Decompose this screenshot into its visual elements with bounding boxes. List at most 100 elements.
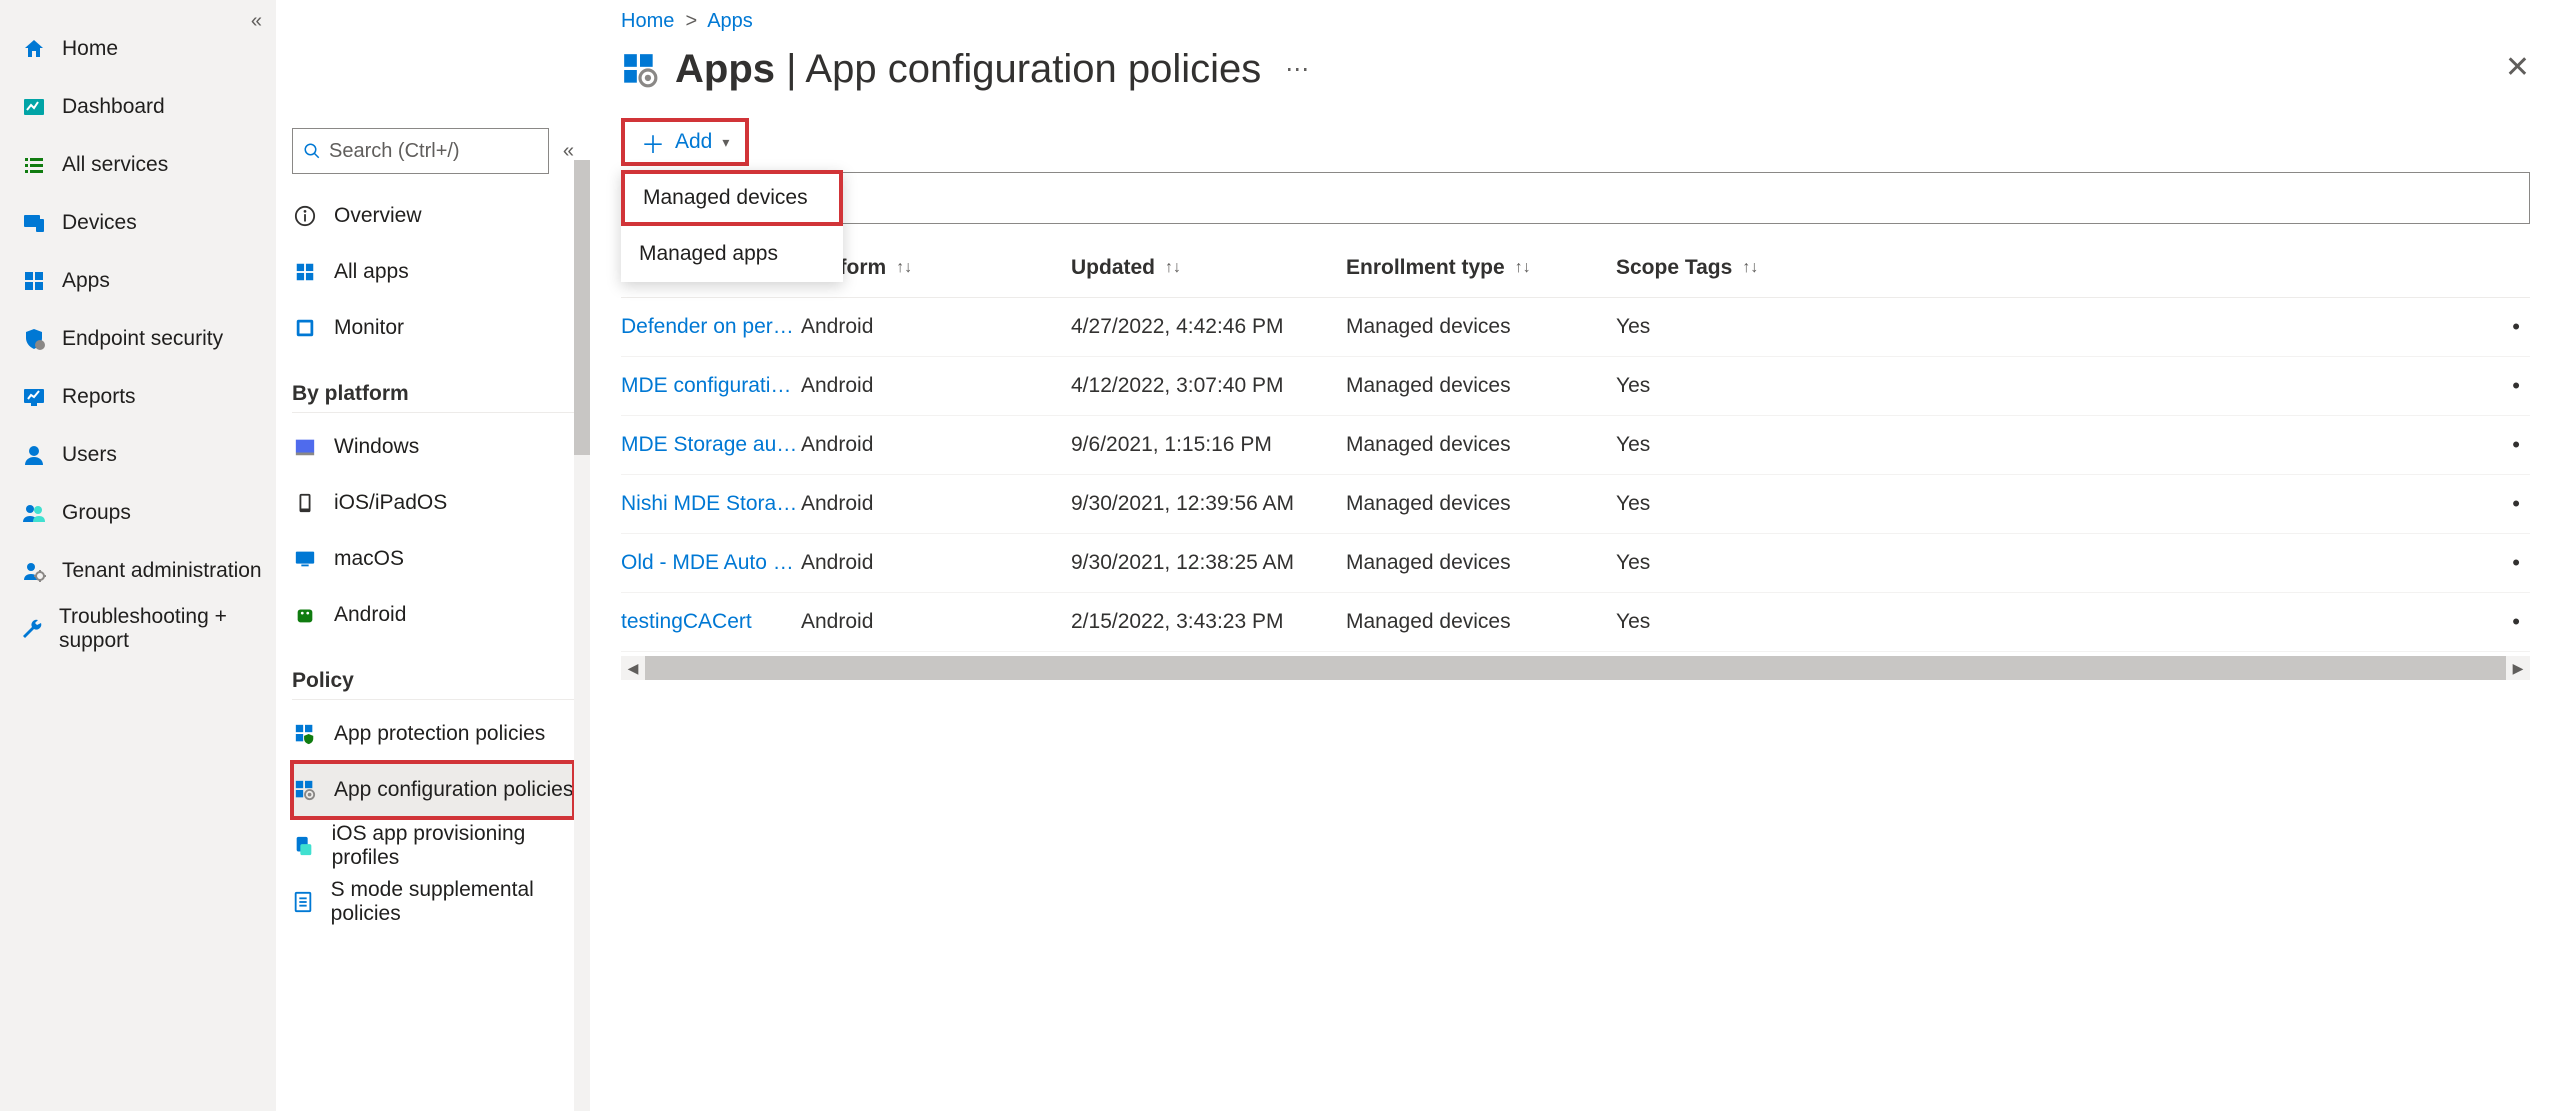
monitor-icon: [292, 315, 318, 341]
row-more-icon[interactable]: •: [2512, 550, 2530, 576]
nav-apps[interactable]: Apps: [0, 252, 276, 310]
cell-platform: Android: [801, 315, 1071, 339]
shield-icon: [20, 325, 48, 353]
subnav-monitor[interactable]: Monitor: [292, 300, 574, 356]
cell-platform: Android: [801, 433, 1071, 457]
nav-dashboard[interactable]: Dashboard: [0, 78, 276, 136]
subnav-label: App protection policies: [334, 722, 545, 746]
dropdown-managed-apps[interactable]: Managed apps: [621, 226, 843, 282]
cell-updated: 9/30/2021, 12:38:25 AM: [1071, 551, 1346, 575]
filter-input[interactable]: [831, 172, 2530, 224]
nav-all-services[interactable]: All services: [0, 136, 276, 194]
policy-link[interactable]: MDE Storage auto gra…: [621, 433, 801, 457]
subnav-label: Windows: [334, 435, 419, 459]
row-more-icon[interactable]: •: [2512, 609, 2530, 635]
subnav-label: App configuration policies: [334, 778, 573, 802]
tenant-admin-icon: [20, 557, 48, 585]
subnav-overview[interactable]: Overview: [292, 188, 574, 244]
cell-updated: 4/12/2022, 3:07:40 PM: [1071, 374, 1346, 398]
subnav-all-apps[interactable]: All apps: [292, 244, 574, 300]
content-area: Home > Apps Apps | App configuration pol…: [591, 0, 2560, 1111]
subnav-label: Android: [334, 603, 406, 627]
collapse-secondary-nav-icon[interactable]: «: [563, 140, 574, 163]
add-button[interactable]: ＋ Add ▾: [621, 118, 749, 166]
dropdown-managed-devices[interactable]: Managed devices: [621, 170, 843, 226]
table-row[interactable]: MDE Storage auto gra…Android9/6/2021, 1:…: [621, 416, 2530, 475]
chevron-down-icon: ▾: [722, 134, 729, 151]
subnav-app-protection[interactable]: App protection policies: [292, 706, 574, 762]
smode-icon: [292, 889, 315, 915]
info-icon: [292, 203, 318, 229]
col-enrollment-type[interactable]: Enrollment type↑↓: [1346, 256, 1616, 280]
nav-users[interactable]: Users: [0, 426, 276, 484]
breadcrumb-home[interactable]: Home: [621, 10, 674, 32]
subnav-macos[interactable]: macOS: [292, 531, 574, 587]
policy-link[interactable]: Old - MDE Auto Grant…: [621, 551, 801, 575]
subnav-app-configuration[interactable]: App configuration policies: [292, 762, 574, 818]
windows-icon: [292, 434, 318, 460]
add-button-label: Add: [675, 130, 712, 154]
subnav-section-policy: Policy: [292, 643, 574, 700]
cell-enrollment: Managed devices: [1346, 551, 1616, 575]
nav-label: Reports: [62, 385, 136, 409]
apps-icon: [20, 267, 48, 295]
sort-icon: ↑↓: [1515, 259, 1531, 277]
row-more-icon[interactable]: •: [2512, 432, 2530, 458]
nav-reports[interactable]: Reports: [0, 368, 276, 426]
table-row[interactable]: Defender on personal …Android4/27/2022, …: [621, 298, 2530, 357]
nav-devices[interactable]: Devices: [0, 194, 276, 252]
page-title: Apps | App configuration policies: [675, 47, 1261, 92]
cell-scope: Yes: [1616, 551, 1871, 575]
policy-link[interactable]: testingCACert: [621, 610, 752, 634]
breadcrumb-sep: >: [685, 10, 697, 32]
title-more-icon[interactable]: ⋯: [1285, 55, 1311, 84]
policy-link[interactable]: Defender on personal …: [621, 315, 801, 339]
sort-icon: ↑↓: [1165, 259, 1181, 277]
breadcrumb-apps[interactable]: Apps: [707, 10, 753, 32]
row-more-icon[interactable]: •: [2512, 314, 2530, 340]
cell-updated: 4/27/2022, 4:42:46 PM: [1071, 315, 1346, 339]
subnav-ios[interactable]: iOS/iPadOS: [292, 475, 574, 531]
col-scope-tags[interactable]: Scope Tags↑↓: [1616, 256, 1871, 280]
policies-table: Platform↑↓ Updated↑↓ Enrollment type↑↓ S…: [621, 238, 2530, 680]
policy-link[interactable]: MDE configuration po…: [621, 374, 801, 398]
row-more-icon[interactable]: •: [2512, 373, 2530, 399]
close-blade-icon[interactable]: ✕: [2505, 50, 2530, 85]
list-icon: [20, 151, 48, 179]
nav-troubleshoot[interactable]: Troubleshooting + support: [0, 600, 276, 658]
dashboard-icon: [20, 93, 48, 121]
table-row[interactable]: Nishi MDE Storage Au…Android9/30/2021, 1…: [621, 475, 2530, 534]
android-icon: [292, 602, 318, 628]
horizontal-scrollbar[interactable]: ◀ ▶: [621, 656, 2530, 680]
col-updated[interactable]: Updated↑↓: [1071, 256, 1346, 280]
subnav-label: All apps: [334, 260, 409, 284]
subnav-ios-provisioning[interactable]: iOS app provisioning profiles: [292, 818, 574, 874]
nav-endpoint-security[interactable]: Endpoint security: [0, 310, 276, 368]
nav-label: Groups: [62, 501, 131, 525]
subnav-windows[interactable]: Windows: [292, 419, 574, 475]
subnav-smode[interactable]: S mode supplemental policies: [292, 874, 574, 930]
nav-home[interactable]: Home: [0, 20, 276, 78]
row-more-icon[interactable]: •: [2512, 491, 2530, 517]
policy-link[interactable]: Nishi MDE Storage Au…: [621, 492, 801, 516]
nav-tenant-admin[interactable]: Tenant administration: [0, 542, 276, 600]
app-config-icon: [292, 777, 318, 803]
secondary-nav-scrollbar[interactable]: [574, 160, 590, 1111]
table-row[interactable]: Old - MDE Auto Grant…Android9/30/2021, 1…: [621, 534, 2530, 593]
scroll-left-icon[interactable]: ◀: [621, 660, 645, 677]
nav-groups[interactable]: Groups: [0, 484, 276, 542]
search-input[interactable]: Search (Ctrl+/): [292, 128, 549, 174]
app-protection-icon: [292, 721, 318, 747]
table-header-row: Platform↑↓ Updated↑↓ Enrollment type↑↓ S…: [621, 238, 2530, 298]
subnav-label: Monitor: [334, 316, 404, 340]
cell-scope: Yes: [1616, 492, 1871, 516]
collapse-primary-nav-icon[interactable]: «: [251, 10, 262, 33]
table-row[interactable]: MDE configuration po…Android4/12/2022, 3…: [621, 357, 2530, 416]
table-row[interactable]: testingCACertAndroid2/15/2022, 3:43:23 P…: [621, 593, 2530, 652]
scroll-right-icon[interactable]: ▶: [2506, 660, 2530, 677]
nav-label: Home: [62, 37, 118, 61]
nav-label: Dashboard: [62, 95, 165, 119]
nav-label: Users: [62, 443, 117, 467]
subnav-android[interactable]: Android: [292, 587, 574, 643]
nav-label: Tenant administration: [62, 559, 262, 583]
